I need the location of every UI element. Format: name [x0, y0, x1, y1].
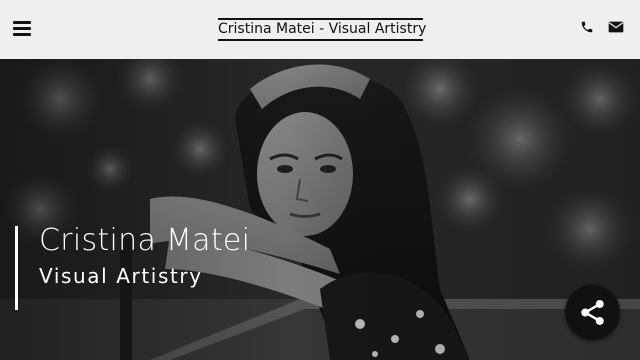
- hero-section: Cristina Matei Visual Artistry: [0, 59, 640, 360]
- hamburger-menu-icon[interactable]: [13, 21, 31, 36]
- phone-icon[interactable]: [580, 20, 596, 36]
- site-title-link[interactable]: Cristina Matei - Visual Artistry: [218, 18, 426, 41]
- top-navigation-bar: Cristina Matei - Visual Artistry: [0, 0, 640, 59]
- hero-background-photo: [0, 59, 640, 360]
- hero-subtitle: Visual Artistry: [39, 264, 203, 288]
- share-button[interactable]: [565, 285, 620, 340]
- share-icon: [581, 300, 604, 325]
- envelope-icon[interactable]: [608, 20, 624, 36]
- hero-name: Cristina Matei: [39, 223, 251, 258]
- hero-accent-bar: [15, 226, 18, 310]
